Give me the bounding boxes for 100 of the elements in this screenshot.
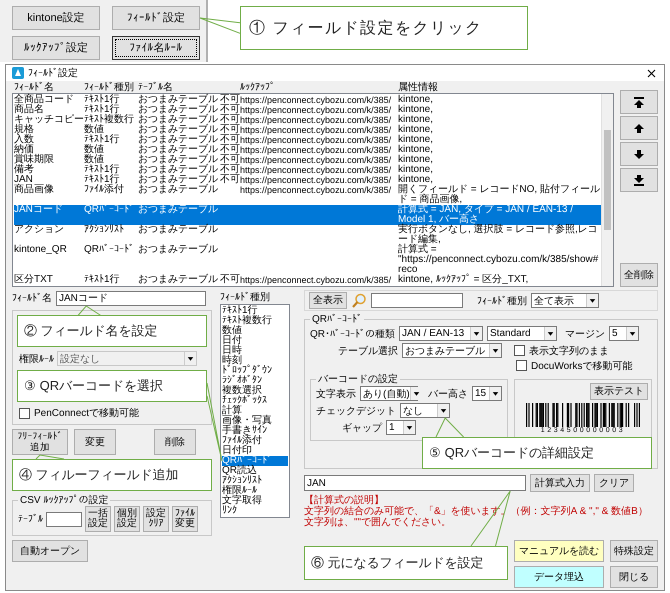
list-item[interactable]: QR読込 <box>222 466 288 476</box>
table-cell-text: https://penconnect.cybozu.com/k/385/ <box>240 155 392 165</box>
scrollbar[interactable] <box>601 94 613 286</box>
list-item[interactable]: 日付 <box>222 336 288 346</box>
table-row[interactable]: 商品画像 ﾌｧｲﾙ添付 おつまみテーブル https://penconnect.cybozu.com/k/385/ 開くフィールド = レコードNO, 貼付フィールド = 商品画像, <box>14 185 601 205</box>
group-title: CSV ﾙｯｸｱｯﾌﾟの設定 <box>19 495 110 506</box>
barcode-type-dropdown[interactable]: JAN / EAN-13 <box>399 326 483 341</box>
list-item[interactable]: 権限ﾙｰﾙ <box>222 486 288 496</box>
list-item[interactable]: 計算 <box>222 406 288 416</box>
csv-button[interactable]: 設定ｸﾘｱ <box>143 506 169 532</box>
table-cell: キャッチコピー <box>14 115 84 125</box>
list-item[interactable]: 数値 <box>222 326 288 336</box>
formula-input[interactable]: JAN <box>304 475 526 491</box>
field-name-input[interactable]: JANコード <box>56 290 206 306</box>
gap-dropdown[interactable]: 1 <box>386 420 416 435</box>
column-header: 属性情報 <box>398 82 439 93</box>
table-cell: おつまみテーブル <box>138 115 220 125</box>
table-cell-text: ﾃｷｽﾄ1行 <box>84 165 121 175</box>
model-dropdown[interactable]: Standard <box>487 326 557 341</box>
auto-open-button[interactable]: 自動オープン <box>12 540 88 562</box>
csv-button[interactable]: 一括設定 <box>85 506 111 532</box>
list-item[interactable]: ﾃｷｽﾄ1行 <box>222 306 288 316</box>
table-row[interactable]: 賞味期限 数値 おつまみテーブル 不可https://penconnect.cybozu.com/k/385/ kintone, <box>14 155 601 165</box>
table-cell-text: ﾃｷｽﾄ複数行 <box>84 115 135 125</box>
column-header: ﾌｨｰﾙﾄﾞ種別 <box>84 82 135 93</box>
dialog-button[interactable]: マニュアルを読む <box>514 540 604 562</box>
table-row[interactable]: 入数 ﾃｷｽﾄ1行 おつまみテーブル 不可https://penconnect.cybozu.com/k/385/ kintone, <box>14 135 601 145</box>
table-row[interactable]: 備考 ﾃｷｽﾄ1行 おつまみテーブル 不可https://penconnect.cybozu.com/k/385/ kintone, <box>14 165 601 175</box>
bar-height-dropdown[interactable]: 15 <box>472 386 502 401</box>
add-free-field-button[interactable]: ﾌﾘｰﾌｨｰﾙﾄﾞ追加 <box>12 429 68 455</box>
toolbar-button[interactable]: ﾌｧｲﾙ名ﾙｰﾙ <box>112 36 200 60</box>
delete-button[interactable]: 削除 <box>154 429 196 455</box>
dialog-button[interactable]: 閉じる <box>610 566 658 588</box>
table-cell: 数値 <box>84 125 138 135</box>
checkbox[interactable] <box>19 408 30 418</box>
list-item[interactable]: 画像・写真 <box>222 416 288 426</box>
move-top-button[interactable] <box>620 90 658 114</box>
table-input[interactable] <box>46 512 82 526</box>
caret-icon <box>410 387 422 400</box>
dialog-button[interactable]: 特殊設定 <box>610 540 658 562</box>
search-field[interactable] <box>371 293 463 308</box>
show-all-button[interactable]: 全表示 <box>309 292 347 309</box>
table-cell: 不可 <box>220 115 240 125</box>
change-button[interactable]: 変更 <box>74 429 116 455</box>
table-row[interactable]: JAN ﾃｷｽﾄ1行 おつまみテーブル 不可https://penconnect.cybozu.com/k/385/ kintone, <box>14 175 601 185</box>
table-cell-text: kintone, <box>398 135 434 145</box>
table-cell: おつまみテーブル <box>138 125 220 135</box>
table-dropdown[interactable]: おつまみテーブル <box>402 343 502 358</box>
table-cell: 規格 <box>14 125 84 135</box>
checkbox[interactable] <box>516 360 527 371</box>
list-item[interactable]: ｱｸｼｮﾝﾘｽﾄ <box>222 476 288 486</box>
list-item[interactable]: ﾁｪｯｸﾎﾞｯｸｽ <box>222 396 288 406</box>
list-item[interactable]: 文字取得 <box>222 496 288 506</box>
table-cell: 不可 <box>220 95 240 105</box>
clear-button[interactable]: クリア <box>594 474 634 492</box>
table-cell: 備考 <box>14 165 84 175</box>
list-item[interactable]: ﾗｼﾞｵﾎﾞﾀﾝ <box>222 376 288 386</box>
table-cell-text: ﾃｷｽﾄ1行 <box>84 175 120 185</box>
table-row[interactable]: 全商品コード ﾃｷｽﾄ1行 おつまみテーブル 不可https://penconnect.cybozu.com/k/385/ kintone, <box>14 95 601 105</box>
bar-arrow-down-icon <box>633 174 645 186</box>
table-cell-text: https://penconnect.cybozu.com/k/385/ <box>240 165 392 175</box>
list-item[interactable]: ﾃｷｽﾄ複数行 <box>222 316 288 326</box>
table-cell: 不可 <box>220 175 240 185</box>
field-type-filter-dropdown[interactable]: 全て表示 <box>531 293 599 308</box>
list-item[interactable]: 日時 <box>222 346 288 356</box>
formula-input-button[interactable]: 計算式入力 <box>530 474 590 492</box>
table-cell: https://penconnect.cybozu.com/k/385/ <box>240 185 398 205</box>
list-item[interactable]: ﾘﾝｸ <box>222 506 288 516</box>
csv-button[interactable]: 個別設定 <box>114 506 140 532</box>
dialog-button[interactable]: データ埋込 <box>514 566 604 588</box>
table-cell: 賞味期限 <box>14 155 84 165</box>
table-row[interactable]: キャッチコピーﾃｷｽﾄ複数行 おつまみテーブル 不可https://penconnect.cybozu.com/k/385/ kintone, <box>14 115 601 125</box>
checkbox[interactable] <box>514 345 525 356</box>
toolbar-button[interactable]: ﾌｨｰﾙﾄﾞ設定 <box>112 6 200 30</box>
table-cell: おつまみテーブル <box>138 245 220 275</box>
table-cell: おつまみテーブル <box>138 155 220 165</box>
list-item[interactable]: 複数選択 <box>222 386 288 396</box>
clear-all-button[interactable]: 全削除 <box>620 263 658 287</box>
move-up-button[interactable] <box>620 116 658 140</box>
margin-dropdown[interactable]: 5 <box>609 326 639 341</box>
list-item[interactable]: 日付印 <box>222 446 288 456</box>
list-item[interactable]: 時刻 <box>222 356 288 366</box>
table-cell: おつまみテーブル <box>138 175 220 185</box>
move-bottom-button[interactable] <box>620 168 658 192</box>
display-test-button[interactable]: 表示テスト <box>590 383 648 400</box>
list-item[interactable]: 手書きｻｲﾝ <box>222 426 288 436</box>
table-row[interactable]: 商品名 ﾃｷｽﾄ1行 おつまみテーブル 不可https://penconnect.cybozu.com/k/385/ kintone, <box>14 105 601 115</box>
list-item[interactable]: ﾌｧｲﾙ添付 <box>222 436 288 446</box>
table-row[interactable]: 納価 数値 おつまみテーブル 不可https://penconnect.cybozu.com/k/385/ kintone, <box>14 145 601 155</box>
list-item[interactable]: ﾄﾞﾛｯﾌﾟﾀﾞｳﾝ <box>222 366 288 376</box>
toolbar-button[interactable]: ﾙｯｸｱｯﾌﾟ設定 <box>12 36 100 60</box>
table-row[interactable]: 規格 数値 おつまみテーブル 不可https://penconnect.cybozu.com/k/385/ kintone, <box>14 125 601 135</box>
table-cell-text: kintone, <box>398 105 434 115</box>
check-digit-dropdown[interactable]: なし <box>400 403 450 418</box>
group-title: バーコードの設定 <box>317 374 399 385</box>
callout: ② フィールド名を設定 <box>17 315 207 347</box>
csv-button[interactable]: ﾌｧｲﾙ変更 <box>172 506 198 532</box>
toolbar-button[interactable]: kintone設定 <box>12 6 100 30</box>
table-row[interactable]: 区分TXT ﾃｷｽﾄ1行 おつまみテーブル 不可https://penconnect.cybozu.com/k/385/ kintone, ﾙｯｸｱｯﾌﾟ = 区分_TXT, <box>14 275 601 285</box>
move-down-button[interactable] <box>620 142 658 166</box>
